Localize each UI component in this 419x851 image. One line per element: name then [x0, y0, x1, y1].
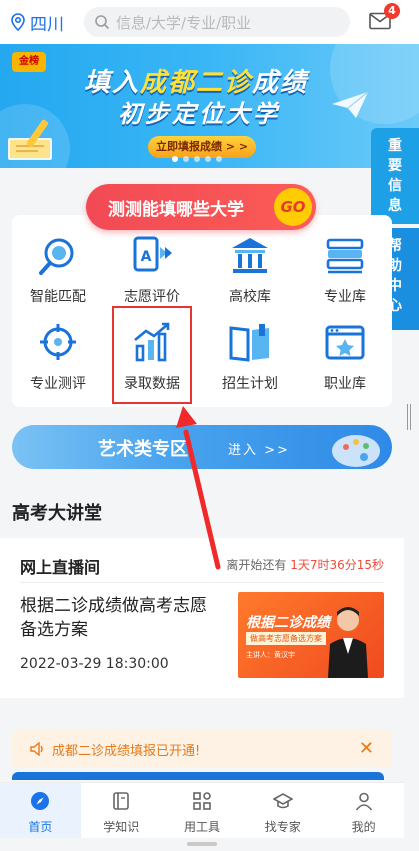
nav-label: 我的	[351, 820, 376, 834]
close-icon[interactable]: ✕	[359, 738, 374, 759]
pagination-dot[interactable]	[183, 156, 189, 162]
important-info-tab[interactable]: 重要信息	[371, 128, 419, 224]
search-input[interactable]: 信息/大学/专业/职业	[84, 7, 350, 37]
feature-university-library[interactable]: 高校库	[204, 230, 296, 306]
art-zone-enter[interactable]: 进入 >>	[228, 439, 290, 458]
banner-pagination	[172, 156, 222, 162]
paper-plane-icon	[332, 91, 369, 118]
open-book-icon	[229, 324, 269, 362]
important-info-label: 重要信息	[388, 138, 402, 214]
banner-subtitle: 初步定位大学	[118, 100, 280, 128]
palette-icon	[332, 435, 380, 467]
book-icon	[113, 792, 129, 810]
feature-label: 招生计划	[222, 376, 278, 392]
nav-experts[interactable]: 找专家	[242, 783, 323, 838]
pencil-book-icon	[8, 119, 52, 160]
feature-label: 职业库	[324, 376, 366, 392]
nav-label: 学知识	[103, 820, 140, 834]
bottom-navigation: 首页 学知识 用工具 找专家 我的	[0, 782, 404, 838]
feature-label: 智能匹配	[30, 289, 86, 305]
magnifier-icon	[39, 238, 74, 275]
art-zone-banner[interactable]: 艺术类专区 进入 >>	[12, 425, 392, 469]
top-bar: 四川 信息/大学/专业/职业 4	[0, 0, 419, 44]
divider	[20, 582, 384, 583]
nav-profile[interactable]: 我的	[323, 783, 404, 838]
feature-major-library[interactable]: 专业库	[299, 230, 391, 306]
thumbnail-title: 根据二诊成绩	[246, 615, 330, 631]
cta-label: 测测能填哪些大学	[108, 199, 244, 220]
lecture-thumbnail[interactable]: 根据二诊成绩 做高考志愿备选方案 主讲人：黄汉宇	[238, 592, 384, 678]
scrollbar-handle[interactable]	[407, 404, 411, 430]
content-strip	[12, 772, 384, 780]
presenter-avatar	[328, 607, 368, 678]
lecture-date: 2022-03-29 18:30:00	[20, 656, 169, 672]
section-title: 高考大讲堂	[12, 503, 102, 524]
live-room-title: 网上直播间	[20, 558, 101, 577]
window-star-icon	[325, 325, 365, 360]
feature-smart-match[interactable]: 智能匹配	[12, 230, 104, 306]
highlight-box	[112, 306, 192, 404]
test-universities-button[interactable]: 测测能填哪些大学 GO	[86, 184, 316, 230]
grid-tools-icon	[193, 792, 211, 810]
nav-label: 用工具	[183, 820, 220, 834]
notice-bar[interactable]: 成都二诊成绩填报已开通! ✕	[12, 730, 392, 768]
feature-label: 专业测评	[30, 376, 86, 392]
feature-enrollment-plan[interactable]: 招生计划	[204, 317, 296, 393]
location-pin-icon	[11, 13, 25, 31]
assessment-target-icon	[40, 324, 76, 360]
location-selector[interactable]: 四川	[10, 10, 64, 35]
lecture-topic[interactable]: 根据二诊成绩做高考志愿备选方案	[20, 594, 210, 642]
document-a-icon: A	[133, 236, 172, 272]
brand-logo: 金榜	[12, 52, 46, 72]
fill-score-button[interactable]: 立即填报成绩 > >	[148, 136, 256, 158]
svg-text:A: A	[141, 249, 152, 265]
university-building-icon	[232, 238, 268, 273]
countdown: 离开始还有 1天7时36分15秒	[226, 558, 384, 572]
search-icon	[95, 15, 110, 30]
art-zone-title: 艺术类专区	[98, 439, 188, 460]
search-placeholder: 信息/大学/专业/职业	[116, 13, 252, 32]
location-label: 四川	[30, 14, 64, 35]
thumbnail-presenter: 主讲人：黄汉宇	[246, 651, 295, 659]
feature-label: 志愿评价	[124, 289, 180, 305]
message-button[interactable]: 4	[369, 3, 400, 34]
nav-label: 找专家	[264, 820, 301, 834]
graduation-cap-icon	[272, 793, 294, 809]
nav-label: 首页	[28, 820, 53, 834]
pagination-dot[interactable]	[205, 156, 211, 162]
speaker-icon	[30, 742, 43, 756]
feature-label: 专业库	[324, 289, 366, 305]
app-screen: 四川 信息/大学/专业/职业 4 金榜 填入成都二诊成绩 初步定位大学 立即填报…	[0, 0, 419, 851]
books-stack-icon	[326, 238, 364, 274]
home-indicator[interactable]	[187, 842, 217, 846]
go-badge: GO	[274, 188, 312, 226]
feature-application-review[interactable]: A 志愿评价	[106, 230, 198, 306]
feature-major-assessment[interactable]: 专业测评	[12, 317, 104, 393]
thumbnail-subtitle: 做高考志愿备选方案	[246, 632, 326, 645]
compass-icon	[31, 792, 50, 810]
feature-label: 高校库	[229, 289, 271, 305]
user-icon	[355, 792, 372, 811]
pagination-dot[interactable]	[194, 156, 200, 162]
message-count-badge: 4	[384, 3, 400, 19]
nav-learn[interactable]: 学知识	[81, 783, 162, 838]
nav-home[interactable]: 首页	[0, 783, 81, 838]
live-lecture-card[interactable]: 网上直播间 离开始还有 1天7时36分15秒 根据二诊成绩做高考志愿备选方案 2…	[0, 538, 404, 698]
nav-tools[interactable]: 用工具	[162, 783, 243, 838]
notice-text: 成都二诊成绩填报已开通!	[52, 743, 201, 759]
feature-career-library[interactable]: 职业库	[299, 317, 391, 393]
pagination-dot[interactable]	[172, 156, 178, 162]
promo-banner[interactable]: 金榜 填入成都二诊成绩 初步定位大学 立即填报成绩 > >	[0, 44, 419, 168]
pagination-dot[interactable]	[216, 156, 222, 162]
